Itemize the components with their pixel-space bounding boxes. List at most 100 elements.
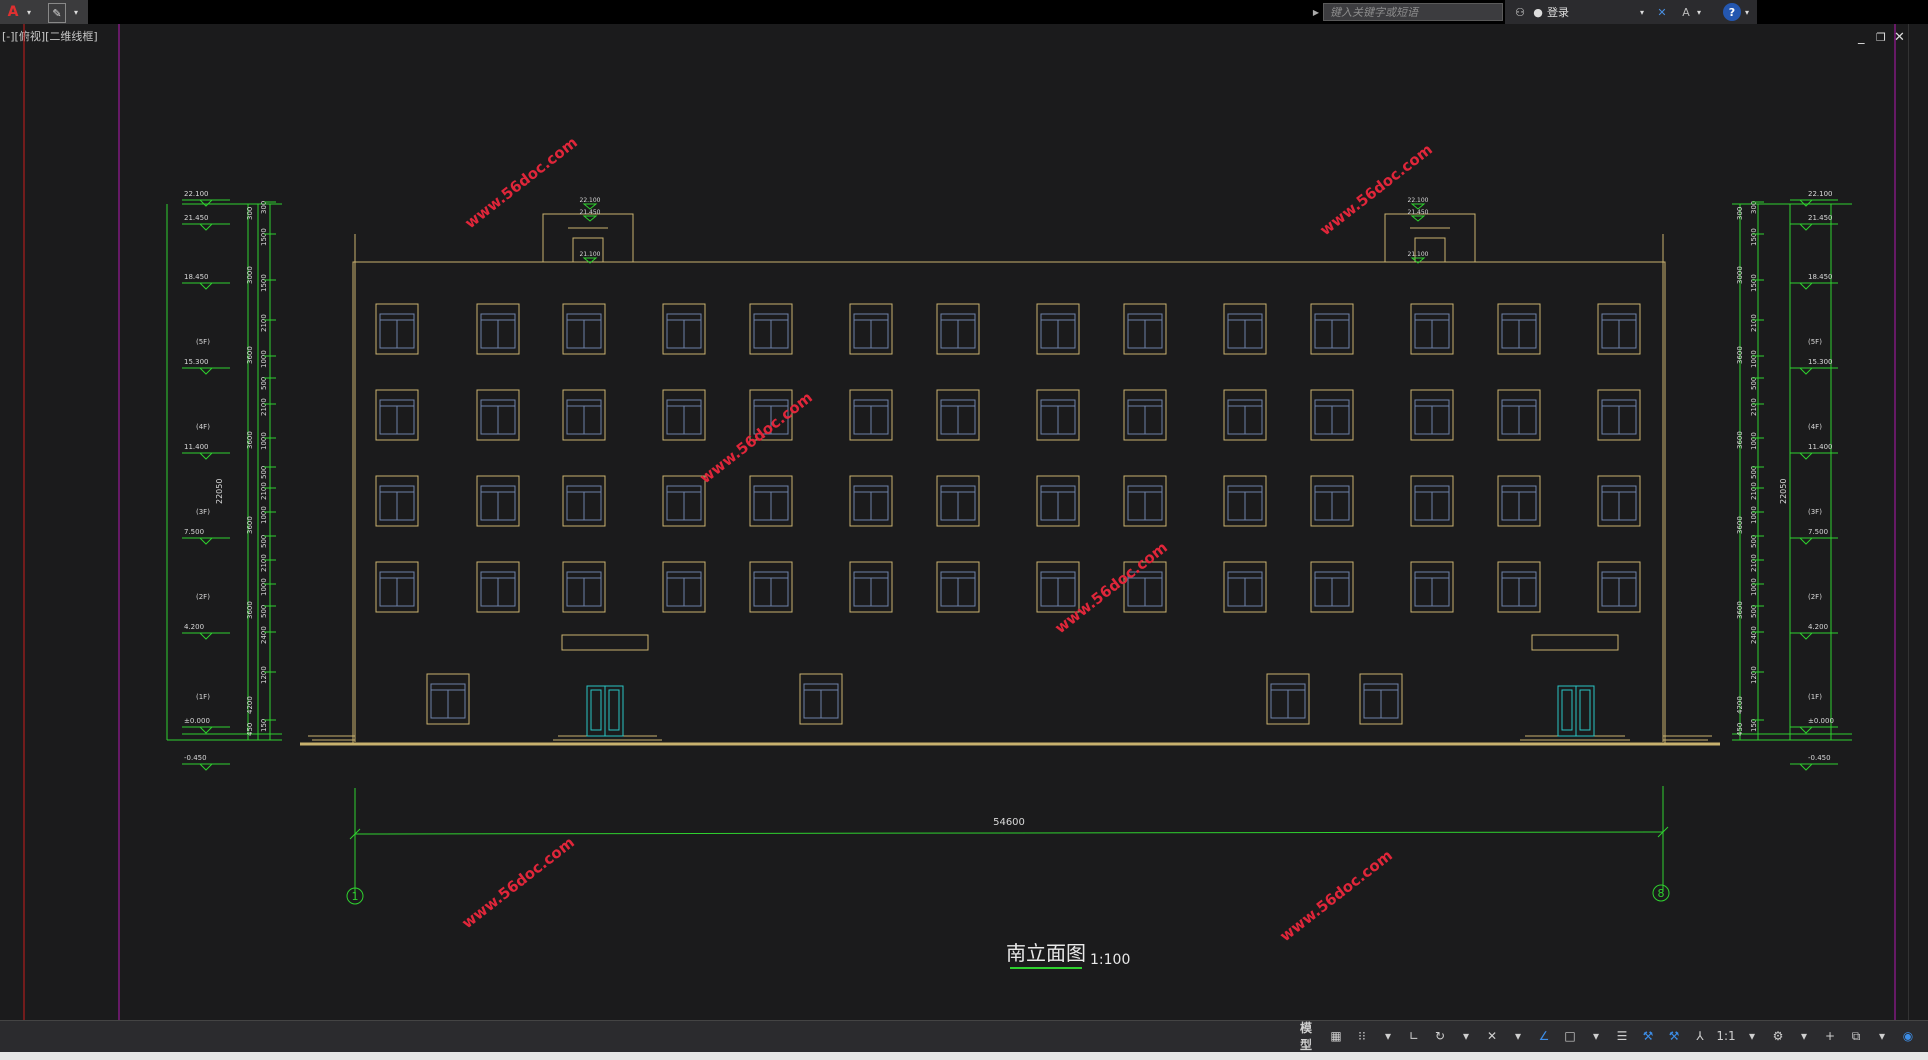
isodraft-dropdown-icon[interactable]: ▾: [1506, 1025, 1530, 1047]
help-dropdown-icon[interactable]: ▾: [1743, 3, 1751, 21]
polar-icon[interactable]: ↻: [1428, 1025, 1452, 1047]
dim-text-left-inner: 1000: [260, 578, 268, 596]
isolate-dropdown-icon[interactable]: ▾: [1870, 1025, 1894, 1047]
floor-label-left: (5F): [196, 338, 210, 346]
window: [849, 475, 893, 527]
window: [1310, 475, 1354, 527]
level-text-left: 21.450: [184, 214, 209, 222]
dim-text-right-inner: 1200: [1750, 666, 1758, 684]
level-marker: [199, 282, 213, 290]
model-tab[interactable]: 模型: [1298, 1021, 1322, 1052]
snap-dropdown-icon[interactable]: ▾: [1376, 1025, 1400, 1047]
object-snap-icon[interactable]: □: [1558, 1025, 1582, 1047]
dim-text-left-inner: 1500: [260, 228, 268, 246]
login-button[interactable]: 登录: [1547, 3, 1637, 21]
level-marker: [199, 367, 213, 375]
dim-text-left-inner: 1000: [260, 350, 268, 368]
window: [849, 303, 893, 355]
window: [1123, 475, 1167, 527]
dim-text-left-inner: 1200: [260, 666, 268, 684]
window: [1310, 389, 1354, 441]
clean-screen-icon[interactable]: ▣: [1922, 1025, 1928, 1047]
floor-label-right: (3F): [1808, 508, 1822, 516]
object-snap-dropdown-icon[interactable]: ▾: [1584, 1025, 1608, 1047]
drawing-canvas[interactable]: 22.100 21.450 18.450 15.300 11.400 7.500 4.200…: [0, 24, 1906, 1020]
level-text-right: 7.500: [1808, 528, 1828, 536]
annotation-scale[interactable]: 1:1: [1714, 1025, 1738, 1047]
window: [662, 561, 706, 613]
window-ground: [1359, 673, 1403, 725]
hardware-acceleration-icon[interactable]: ◉: [1896, 1025, 1920, 1047]
snap-icon[interactable]: ⁝⁝: [1350, 1025, 1374, 1047]
window: [1310, 303, 1354, 355]
dim-text-right-inner: 1500: [1750, 274, 1758, 292]
workspace-icon[interactable]: ✎: [48, 3, 66, 23]
watermarks-group: www.56doc.com www.56doc.com www.56doc.com w…: [458, 133, 1436, 945]
roof-level-right: 22.100: [1408, 197, 1429, 204]
level-text-left: ±0.000: [184, 717, 210, 725]
object-snap-tracking-icon[interactable]: ∠: [1532, 1025, 1556, 1047]
a360-dropdown-icon[interactable]: ▾: [1695, 3, 1703, 21]
level-marker: [199, 537, 213, 545]
level-text-right: 18.450: [1808, 273, 1833, 281]
level-marker: [199, 223, 213, 231]
lineweight-icon[interactable]: ☰: [1610, 1025, 1634, 1047]
dim-text-right-inner: 500: [1750, 535, 1758, 548]
isolate-icon[interactable]: ⧉: [1844, 1025, 1868, 1047]
window: [1410, 475, 1454, 527]
window: [749, 303, 793, 355]
user-icon[interactable]: ●: [1531, 3, 1545, 21]
annotation-scale-icon[interactable]: ⅄: [1688, 1025, 1712, 1047]
ortho-icon[interactable]: ∟: [1402, 1025, 1426, 1047]
level-marker: [199, 726, 213, 734]
gear-dropdown-icon[interactable]: ▾: [1792, 1025, 1816, 1047]
infocenter-toolbar: ⚇ ● 登录 ▾ ✕ A ▾ ? ▾: [1505, 0, 1757, 24]
search-expand-icon[interactable]: ▶: [1310, 3, 1322, 21]
search-input[interactable]: 键入关键字或短语: [1323, 3, 1503, 21]
level-text-right: 11.400: [1808, 443, 1833, 451]
window: [1036, 475, 1080, 527]
dim-text-left-inner: 1000: [260, 506, 268, 524]
login-dropdown-icon[interactable]: ▾: [1637, 3, 1647, 21]
help-icon[interactable]: ?: [1723, 3, 1741, 21]
level-text-right: ±0.000: [1808, 717, 1834, 725]
drawing-title: 南立面图: [1006, 941, 1086, 965]
window: [662, 303, 706, 355]
level-marker: [1799, 199, 1813, 207]
plus-icon[interactable]: +: [1818, 1025, 1842, 1047]
scale-dropdown-icon[interactable]: ▾: [1740, 1025, 1764, 1047]
entrance-door-right: [1557, 685, 1595, 737]
floor-label-left: (4F): [196, 423, 210, 431]
title-bar: A ▾ ✎ ▾ ▶ 键入关键字或短语 ⚇ ● 登录 ▾ ✕ A ▾ ? ▾: [0, 0, 1928, 24]
autodesk-a360-icon[interactable]: A: [1677, 3, 1695, 21]
polar-dropdown-icon[interactable]: ▾: [1454, 1025, 1478, 1047]
window-ground: [799, 673, 843, 725]
window: [1223, 475, 1267, 527]
dim-text-left-outer: 3600: [246, 601, 254, 619]
auto-scale-icon[interactable]: ⚒: [1662, 1025, 1686, 1047]
dim-text-right-inner: 500: [1750, 377, 1758, 390]
grid-icon[interactable]: ▦: [1324, 1025, 1348, 1047]
dim-text-right-inner: 150: [1750, 719, 1758, 732]
dim-text-left-outer: 3600: [246, 431, 254, 449]
level-text-right: 22.100: [1808, 190, 1833, 198]
dim-text-left-outer: 450: [246, 723, 254, 736]
dim-text-right-inner: 500: [1750, 605, 1758, 618]
level-marker: [1799, 726, 1813, 734]
isodraft-icon[interactable]: ✕: [1480, 1025, 1504, 1047]
workspace-gear-icon[interactable]: ⚙: [1766, 1025, 1790, 1047]
dim-text-right-inner: 1000: [1750, 350, 1758, 368]
binoculars-icon[interactable]: ⚇: [1511, 3, 1529, 21]
dim-text-right-inner: 300: [1750, 201, 1758, 214]
exchange-icon[interactable]: ✕: [1653, 3, 1671, 21]
side-palette: [1908, 24, 1928, 1020]
roof-level-right: 21.100: [1408, 251, 1429, 258]
window: [849, 561, 893, 613]
watermark-text: www.56doc.com: [461, 133, 581, 232]
autocad-a-icon[interactable]: A: [2, 3, 24, 21]
window: [476, 561, 520, 613]
app-menu-dropdown-icon[interactable]: ▾: [24, 3, 34, 21]
roof-level-right: 21.450: [1408, 209, 1429, 216]
annotation-visibility-icon[interactable]: ⚒: [1636, 1025, 1660, 1047]
qa-dropdown-icon[interactable]: ▾: [70, 3, 82, 21]
